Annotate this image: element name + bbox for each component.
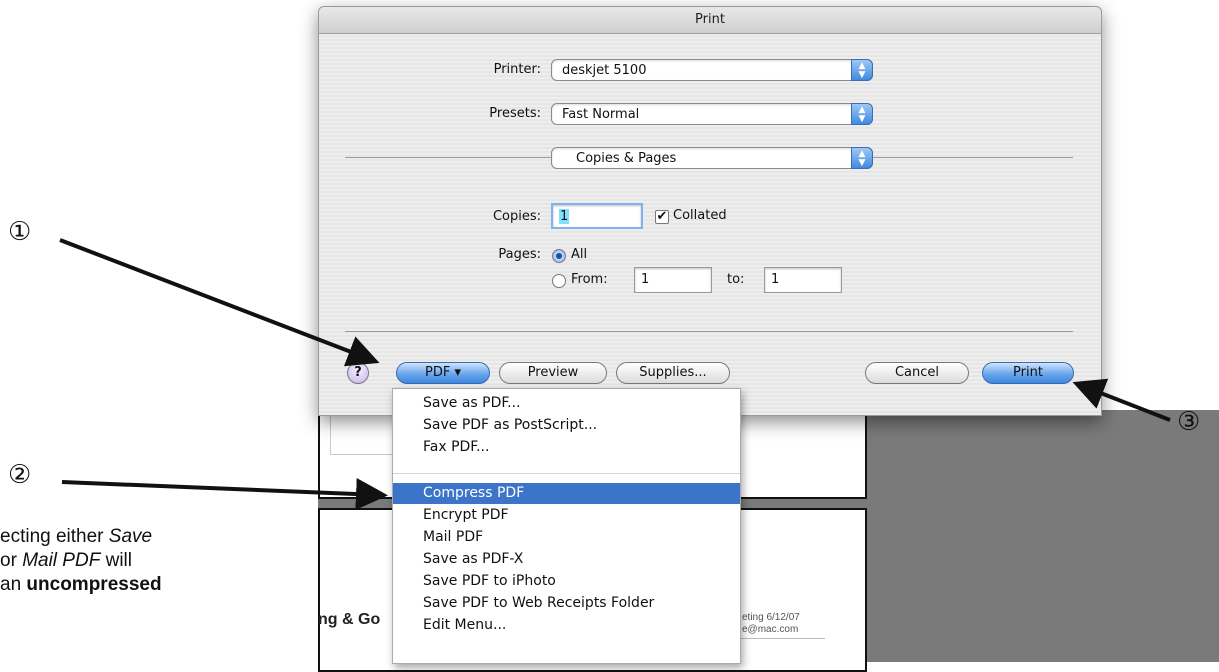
- menu-separator: [393, 473, 740, 474]
- panel-separator-right: [873, 157, 1073, 158]
- panel-popup[interactable]: Copies & Pages ▲ ▼: [551, 147, 873, 169]
- presets-popup-value: Fast Normal: [562, 107, 640, 122]
- panel-separator-left: [345, 157, 551, 158]
- pdf-menu: Save as PDF... Save PDF as PostScript...…: [392, 388, 741, 664]
- printer-popup-value: deskjet 5100: [562, 63, 647, 78]
- menu-item-save-as-pdf-x[interactable]: Save as PDF-X: [393, 549, 740, 570]
- collated-label: Collated: [673, 208, 727, 223]
- callout-1: ①: [8, 217, 32, 247]
- caption-line-2-a: or: [0, 550, 23, 571]
- menu-item-save-pdf-to-web-receipts[interactable]: Save PDF to Web Receipts Folder: [393, 593, 740, 614]
- help-button[interactable]: ?: [347, 362, 369, 384]
- pages-from-field[interactable]: 1: [634, 267, 712, 293]
- caption-line-3: an uncompressed: [0, 573, 320, 597]
- pages-to-label: to:: [727, 272, 745, 287]
- caption-line-3-a: an: [0, 574, 27, 595]
- pages-all-label: All: [571, 247, 588, 262]
- print-button[interactable]: Print: [982, 362, 1074, 384]
- preview-button[interactable]: Preview: [499, 362, 607, 384]
- menu-item-save-pdf-as-postscript[interactable]: Save PDF as PostScript...: [393, 415, 740, 436]
- menu-item-fax-pdf[interactable]: Fax PDF...: [393, 437, 740, 458]
- menu-item-compress-pdf[interactable]: Compress PDF: [393, 483, 740, 504]
- cancel-button[interactable]: Cancel: [865, 362, 969, 384]
- background-doc-meta-line1: eting 6/12/07: [742, 612, 800, 623]
- background-doc-title: ng & Go: [318, 611, 381, 628]
- menu-item-encrypt-pdf[interactable]: Encrypt PDF: [393, 505, 740, 526]
- callout-3: ③: [1177, 407, 1201, 437]
- pages-all-radio[interactable]: [552, 249, 566, 263]
- dialog-title: Print: [319, 7, 1101, 34]
- caption-line-2-b: Mail PDF: [22, 550, 101, 571]
- caption-text: ecting either Save or Mail PDF will an u…: [0, 525, 320, 597]
- copies-value: 1: [559, 209, 570, 224]
- copies-field[interactable]: 1: [551, 203, 643, 229]
- caption-line-2-c: will: [100, 550, 132, 571]
- popup-arrows-icon: ▲ ▼: [851, 103, 873, 125]
- menu-item-mail-pdf[interactable]: Mail PDF: [393, 527, 740, 548]
- presets-label: Presets:: [489, 106, 541, 121]
- supplies-button[interactable]: Supplies...: [616, 362, 730, 384]
- background-doc-meta: eting 6/12/07 e@mac.com: [742, 612, 800, 636]
- popup-arrows-icon: ▲ ▼: [851, 59, 873, 81]
- printer-label: Printer:: [493, 62, 541, 77]
- collated-checkbox[interactable]: ✔: [655, 210, 669, 224]
- presets-popup[interactable]: Fast Normal ▲ ▼: [551, 103, 873, 125]
- pages-from-radio[interactable]: [552, 274, 566, 288]
- caption-line-1-b: Save: [108, 526, 153, 547]
- menu-item-save-pdf-to-iphoto[interactable]: Save PDF to iPhoto: [393, 571, 740, 592]
- caption-line-3-b: uncompressed: [26, 574, 162, 595]
- bottom-separator: [345, 331, 1073, 332]
- pages-to-value: 1: [771, 272, 780, 287]
- print-dialog: Print Printer: deskjet 5100 ▲ ▼ Presets: …: [318, 6, 1102, 416]
- menu-item-edit-menu[interactable]: Edit Menu...: [393, 615, 740, 636]
- printer-popup[interactable]: deskjet 5100 ▲ ▼: [551, 59, 873, 81]
- copies-label: Copies:: [492, 209, 541, 224]
- popup-arrows-icon: ▲ ▼: [851, 147, 873, 169]
- background-doc-meta-line2: e@mac.com: [742, 624, 799, 635]
- menu-item-save-as-pdf[interactable]: Save as PDF...: [393, 393, 740, 414]
- pdf-button[interactable]: PDF ▾: [396, 362, 490, 384]
- callout-2: ②: [8, 460, 32, 490]
- pages-to-field[interactable]: 1: [764, 267, 842, 293]
- pages-from-label: From:: [571, 272, 608, 287]
- pages-label: Pages:: [498, 247, 541, 262]
- panel-popup-value: Copies & Pages: [576, 151, 677, 166]
- caption-line-1: ecting either Save: [0, 525, 320, 549]
- caption-line-1-a: ecting either: [0, 526, 109, 547]
- caption-line-2: or Mail PDF will: [0, 549, 320, 573]
- pages-from-value: 1: [641, 272, 650, 287]
